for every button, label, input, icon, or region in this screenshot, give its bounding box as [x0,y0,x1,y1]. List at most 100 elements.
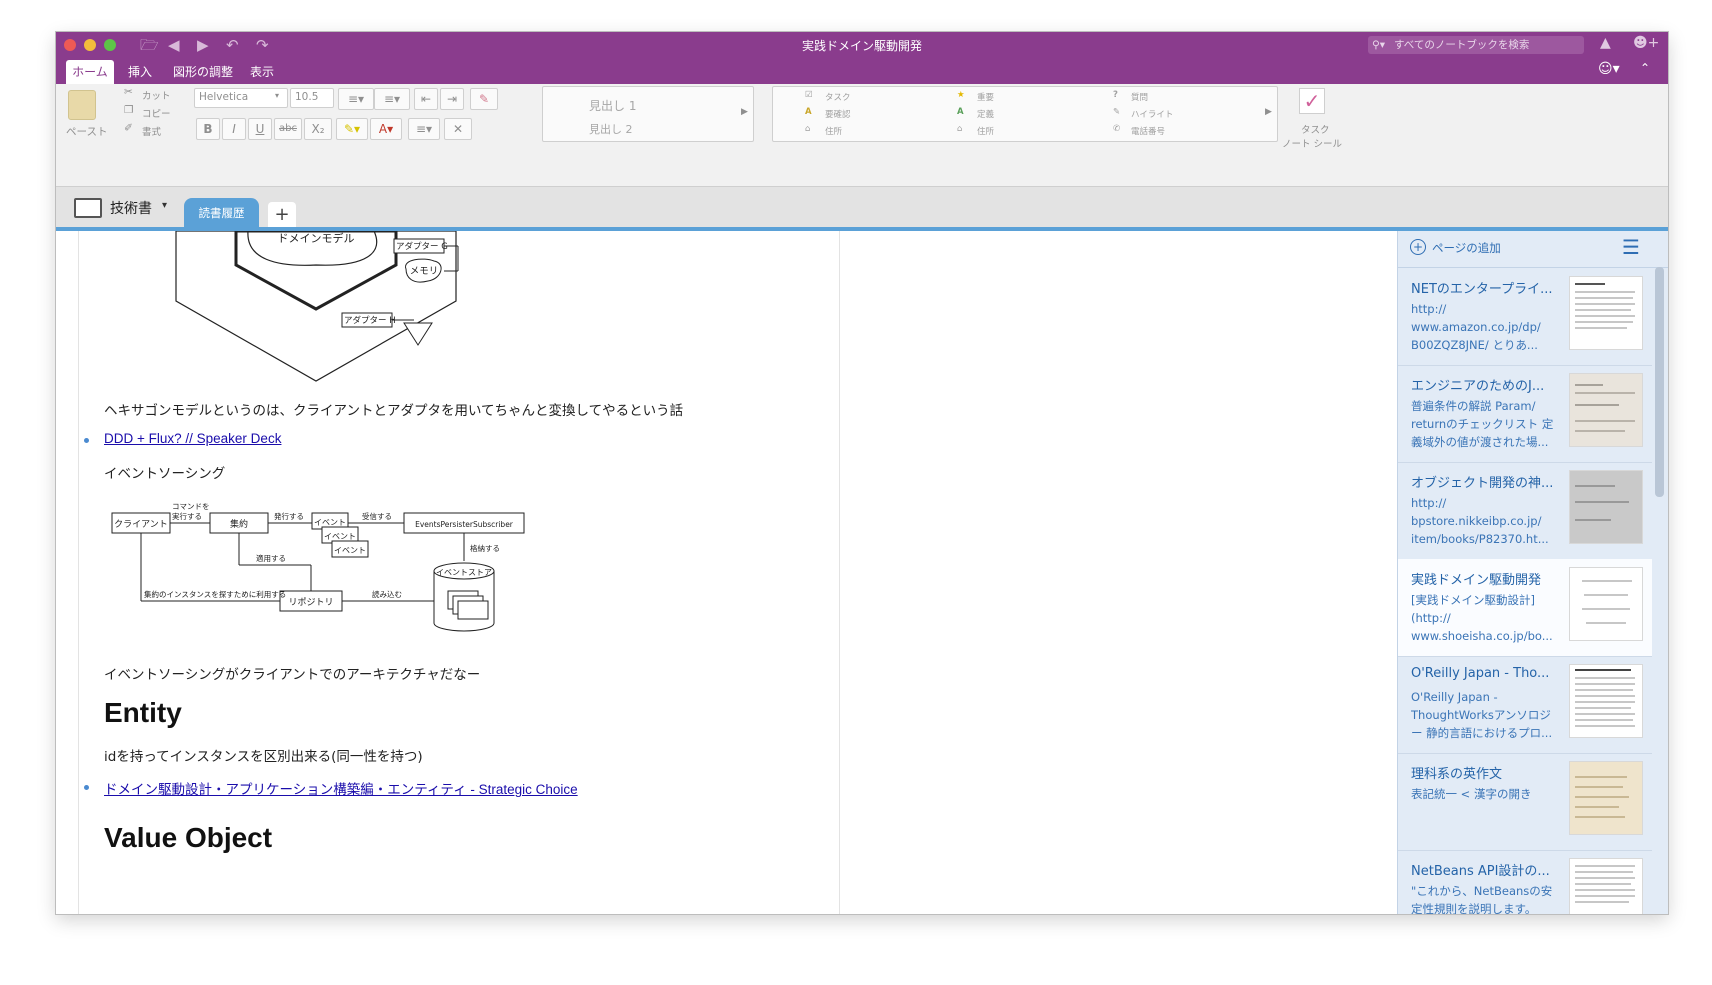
page-list-item[interactable]: オブジェクト開発の神... http:// bpstore.nikkeibp.c… [1398,462,1652,560]
tag-question[interactable]: 質問 [1131,91,1148,103]
tags-gallery[interactable]: ☑ タスク A 要確認 ⌂ 住所 ★ 重要 A 定義 ⌂ 住所 ? 質問 ✎ ハ… [772,86,1278,142]
event-sourcing-diagram: クライアント 集約 イベント イベント イベント EventsPersister… [111,502,525,632]
tag-house2-icon: ⌂ [957,124,963,134]
tab-insert[interactable]: 挿入 [122,60,158,84]
bold-button[interactable]: B [196,118,220,140]
page-list-item[interactable]: エンジニアのためのJ... 普遍条件の解説 Param/ returnのチェック… [1398,365,1652,463]
page-preview: O'Reilly Japan - ThoughtWorksアンソロジ ー 静的言… [1411,690,1553,740]
add-page-button[interactable]: ページの追加 [1432,240,1501,256]
cut-label[interactable]: カット [142,88,171,102]
search-icon: ⚲▾ [1372,39,1385,51]
page-preview: "これから、NetBeansの安 定性規則を説明します。 NetBeans、およ… [1411,884,1553,914]
tag-address[interactable]: 住所 [825,125,842,137]
styles-gallery[interactable]: 見出し 1 見出し 2 ▶ [542,86,754,142]
tag-a-icon: A [805,107,812,117]
numbered-list-button[interactable]: ≡▾ [374,88,410,110]
store-label: イベントストア [436,568,492,577]
search-placeholder: すべてのノートブックを検索 [1394,39,1530,51]
page-preview: [実践ドメイン駆動設計] (http:// www.shoeisha.co.jp… [1411,593,1553,643]
page-list-item[interactable]: 理科系の英作文 表記統一 < 漢字の開き [1398,753,1652,851]
underline-button[interactable]: U [248,118,272,140]
repository-label: リポジトリ [288,597,333,608]
tab-shape-adjust[interactable]: 図形の調整 [168,60,238,84]
style-heading2[interactable]: 見出し 2 [589,121,633,137]
receive-label: 受信する [362,511,392,521]
chevron-down-icon[interactable]: ▾ [162,200,167,211]
event-sourcing-heading: イベントソーシング [104,466,226,482]
format-label[interactable]: 書式 [142,124,161,138]
copy-icon[interactable]: ❐ [124,104,133,116]
bullet [84,785,89,790]
bullet-list-button[interactable]: ≡▾ [338,88,374,110]
event-label-1: イベント [314,518,346,527]
indent-button[interactable]: ⇥ [440,88,464,110]
tag-highlight[interactable]: ハイライト [1131,108,1173,120]
add-page-icon[interactable]: + [1410,239,1426,255]
section-tab-reading[interactable]: 読書履歴 [184,198,259,228]
page-content[interactable]: ドメインモデル アダプター G メモリ アダプター H ヘキサゴンモデルというの… [56,231,1320,914]
tag-highlight-icon: ✎ [1113,107,1121,117]
title-bar: 🗁 ◀ ▶ ↶ ↷ 実践ドメイン駆動開発 ⚲▾ すべてのノートブックを検索 ▲ … [56,32,1668,84]
search-input[interactable]: ⚲▾ すべてのノートブックを検索 [1368,36,1584,54]
ribbon: ペースト ✂ カット ❐ コピー ✐ 書式 Helvetica ▾ 10.5 ≡… [56,84,1668,187]
tag-important[interactable]: 重要 [977,91,994,103]
tag-address2[interactable]: 住所 [977,125,994,137]
tag-confirm[interactable]: 要確認 [825,108,851,120]
bell-icon[interactable]: ▲ [1600,35,1611,51]
tag-definition[interactable]: 定義 [977,108,994,120]
highlight-button[interactable]: ✎▾ [336,118,368,140]
notebook-icon[interactable] [74,198,102,218]
page-title: O'Reilly Japan - Tho... [1411,666,1550,681]
tag-phone-icon: ✆ [1113,124,1121,134]
tab-view[interactable]: 表示 [244,60,280,84]
collapse-ribbon-icon[interactable]: ⌃ [1640,61,1650,75]
page-preview: http:// www.amazon.co.jp/dp/ B00ZQZ8JNE/… [1411,302,1541,352]
sidebar-scrollbar[interactable] [1655,267,1664,497]
format-painter-icon[interactable]: ✐ [124,122,133,134]
task-label[interactable]: タスク [1301,122,1330,136]
page-list-item-selected[interactable]: 実践ドメイン駆動開発 [実践ドメイン駆動設計] (http:// www.sho… [1398,559,1652,657]
link-ddd-flux[interactable]: DDD + Flux? // Speaker Deck [104,431,281,446]
copy-label[interactable]: コピー [142,106,171,120]
font-size-select[interactable]: 10.5 [290,88,334,108]
page-list-item[interactable]: O'Reilly Japan - Tho... O'Reilly Japan -… [1398,656,1652,754]
add-section-button[interactable]: + [268,202,296,227]
page-title: NETのエンタープライ... [1411,282,1553,297]
tag-task[interactable]: タスク [825,91,851,103]
clear-format-button[interactable]: ✎ [470,88,498,110]
font-color-button[interactable]: A▾ [370,118,402,140]
page-list-item[interactable]: NetBeans API設計の... "これから、NetBeansの安 定性規則… [1398,850,1652,914]
strikethrough-button[interactable]: abc [274,118,302,140]
paste-icon[interactable] [68,90,96,120]
task-sub-label[interactable]: ノート シール [1282,136,1342,150]
page-list-sidebar: + ページの追加 ☰ NETのエンタープライ... http:// www.am… [1397,231,1668,914]
h-triangle [403,322,433,346]
share-user-icon[interactable]: ☻+ [1633,35,1659,51]
chevron-right-icon[interactable]: ▶ [741,107,748,117]
entity-heading: Entity [104,697,182,728]
task-checkbox-icon[interactable]: ✓ [1299,88,1325,114]
italic-button[interactable]: I [222,118,246,140]
list-view-icon[interactable]: ☰ [1622,235,1640,259]
publish-label: 発行する [274,511,304,521]
chevron-down-icon: ▾ [275,91,280,100]
tag-phone[interactable]: 電話番号 [1131,125,1165,137]
erase-button[interactable]: ✕ [444,118,472,140]
outdent-button[interactable]: ⇤ [414,88,438,110]
domain-model-label: ドメインモデル [278,231,355,245]
tab-home[interactable]: ホーム [66,60,114,84]
style-heading1[interactable]: 見出し 1 [589,97,636,114]
page-list-item[interactable]: NETのエンタープライ... http:// www.amazon.co.jp/… [1398,268,1652,366]
notebook-bar [56,187,1668,229]
align-button[interactable]: ≡▾ [408,118,440,140]
subscript-button[interactable]: X₂ [304,118,332,140]
chevron-right-icon[interactable]: ▶ [1265,107,1272,117]
page-preview: http:// bpstore.nikkeibp.co.jp/ item/boo… [1411,496,1549,546]
notebook-name[interactable]: 技術書 [110,198,152,218]
cut-icon[interactable]: ✂ [124,86,133,98]
paste-label[interactable]: ペースト [66,124,107,139]
font-select[interactable]: Helvetica ▾ [194,88,288,108]
link-entity-article[interactable]: ドメイン駆動設計・アプリケーション構築編・エンティティ - Strategic … [104,778,578,798]
page-preview: 表記統一 < 漢字の開き [1411,787,1532,801]
feedback-smiley-icon[interactable]: ☺▾ [1598,61,1620,77]
